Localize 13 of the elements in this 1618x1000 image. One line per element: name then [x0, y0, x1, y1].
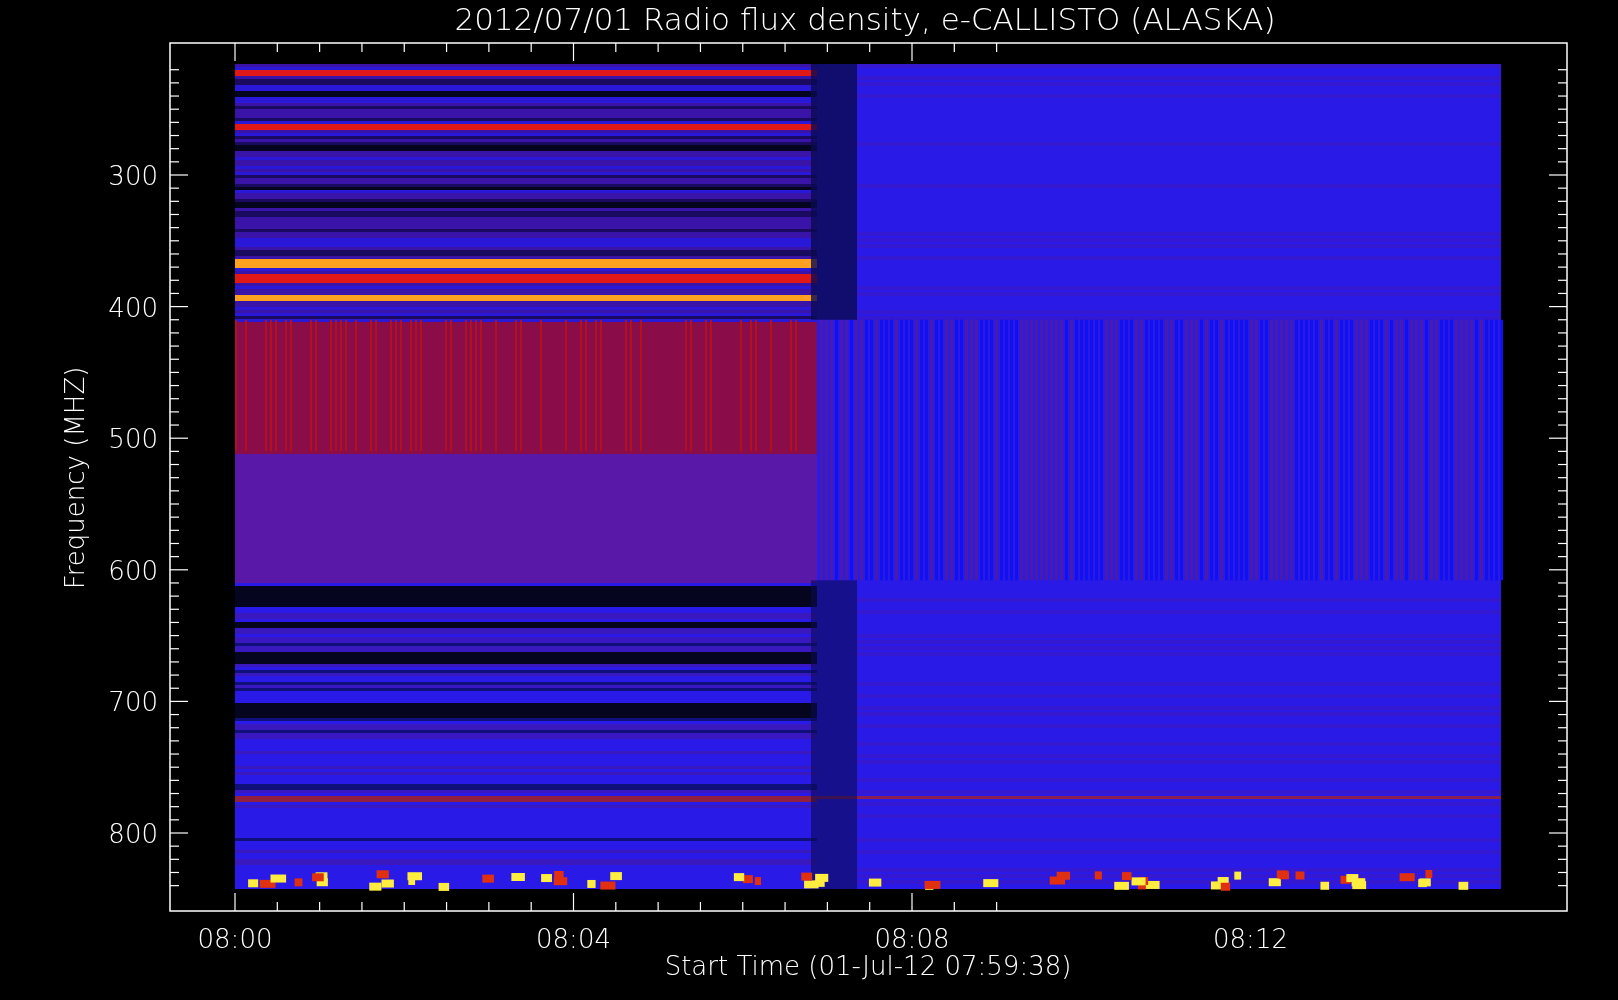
tick-label: 800 — [108, 819, 158, 849]
plot-title: 2012/07/01 Radio flux density, e-CALLISTO (ALASKA) — [454, 1, 1276, 37]
tick-label: 500 — [108, 424, 158, 455]
tick-label: 08:12 — [1213, 924, 1288, 954]
tick-label: 08:00 — [197, 924, 273, 954]
tick-label: 400 — [108, 292, 158, 323]
axis-label: Frequency (MHZ) — [60, 366, 90, 590]
tick-label: 300 — [108, 161, 158, 191]
axis-label: Start Time (01-Jul-12 07:59:38) — [664, 951, 1072, 981]
tick-label: 600 — [108, 555, 158, 586]
tick-label: 08:04 — [536, 924, 611, 954]
tick-label: 700 — [108, 687, 158, 718]
tick-label: 08:08 — [874, 924, 950, 954]
